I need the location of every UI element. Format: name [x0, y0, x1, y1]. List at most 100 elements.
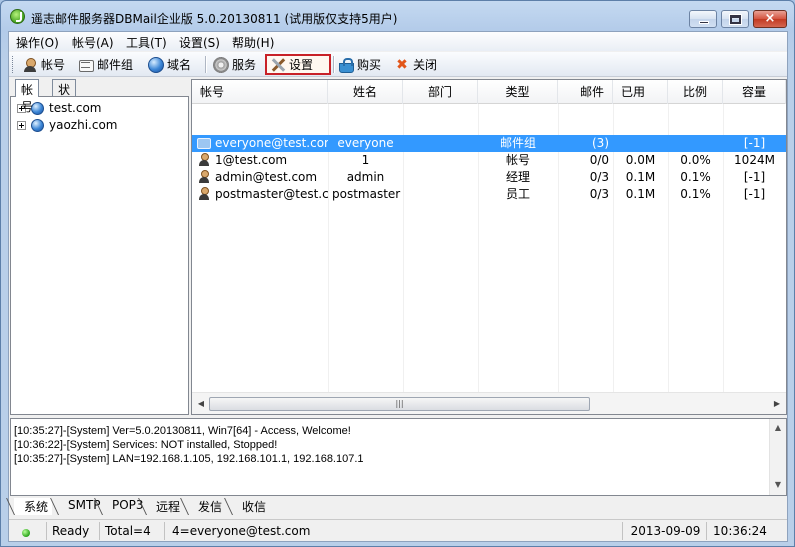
scroll-right-icon[interactable]: ▶ — [770, 397, 784, 411]
service-button[interactable]: 服务 — [210, 54, 259, 75]
mailgroup-icon — [78, 57, 94, 73]
cell-used — [613, 135, 668, 152]
tab-receive[interactable]: 收信 — [232, 498, 270, 515]
list-header: 帐号 姓名 部门 类型 邮件 已用 比例 容量 — [192, 80, 786, 104]
service-button-label: 服务 — [232, 58, 257, 72]
cell-ratio — [668, 135, 723, 152]
menu-help[interactable]: 帮助(H) — [232, 34, 274, 51]
toolbar-separator — [333, 56, 334, 73]
table-row[interactable]: 1@test.com 1 帐号 0/0 0.0M 0.0% 1024M — [192, 152, 786, 169]
cell-name: 1 — [361, 153, 370, 167]
domain-tree[interactable]: test.com yaozhi.com — [10, 96, 189, 415]
settings-button[interactable]: 设置 — [265, 54, 331, 75]
cell-name: admin — [346, 170, 385, 184]
user-icon — [197, 153, 211, 167]
column-type[interactable]: 类型 — [478, 80, 558, 104]
minimize-button[interactable] — [689, 10, 717, 28]
log-panel[interactable]: [10:35:27]-[System] Ver=5.0.20130811, Wi… — [10, 418, 787, 496]
scrollbar-thumb[interactable]: ||| — [209, 397, 590, 411]
status-ready: Ready — [47, 522, 100, 540]
toolbar: 帐号 邮件组 域名 服务 设置 购买 ✖ 关闭 — [9, 52, 787, 77]
column-department[interactable]: 部门 — [403, 80, 478, 104]
scroll-down-icon[interactable]: ▼ — [771, 478, 785, 492]
close-icon: × — [764, 11, 776, 26]
close-button[interactable]: ✖ 关闭 — [391, 54, 440, 75]
column-ratio[interactable]: 比例 — [668, 80, 723, 104]
buy-button-label: 购买 — [357, 58, 382, 72]
toolbar-separator — [205, 56, 206, 73]
cell-name: postmaster — [332, 187, 401, 201]
close-window-button[interactable]: × — [753, 10, 787, 28]
tab-accounts[interactable]: 帐号 — [15, 79, 40, 114]
cell-used: 0.0M — [625, 153, 656, 167]
status-selected: 4=everyone@test.com — [167, 522, 623, 540]
buy-button[interactable]: 购买 — [335, 54, 384, 75]
title-bar[interactable]: 遥志邮件服务器DBMail企业版 5.0.20130811 (试用版仅支持5用户… — [1, 1, 794, 31]
account-list[interactable]: 帐号 姓名 部门 类型 邮件 已用 比例 容量 everyone@test.co… — [191, 79, 787, 415]
table-row[interactable]: everyone@test.com everyone 邮件组 (3) [-1] — [192, 135, 786, 152]
cell-name: everyone — [337, 136, 394, 150]
tab-send[interactable]: 发信 — [188, 498, 226, 515]
column-account[interactable]: 帐号 — [192, 80, 328, 104]
expand-icon[interactable] — [17, 120, 26, 130]
cell-type: 帐号 — [505, 153, 530, 167]
status-time: 10:36:24 — [713, 524, 767, 538]
tab-status[interactable]: 状态 — [52, 79, 77, 114]
tab-system[interactable]: 系统 — [14, 498, 53, 515]
status-led-cell — [9, 522, 47, 540]
table-row[interactable]: admin@test.com admin 经理 0/3 0.1M 0.1% [-… — [192, 169, 786, 186]
cell-ratio: 0.1% — [680, 187, 711, 201]
scroll-left-icon[interactable]: ◀ — [194, 397, 208, 411]
vertical-scrollbar[interactable]: ▲ ▼ — [769, 419, 786, 495]
cell-ratio: 0.1% — [680, 170, 711, 184]
cell-type: 员工 — [505, 187, 530, 201]
cell-ratio: 0.0% — [680, 153, 711, 167]
column-mail[interactable]: 邮件 — [558, 80, 613, 104]
domain-button[interactable]: 域名 — [145, 54, 194, 75]
cell-account: everyone@test.com — [215, 136, 328, 150]
tab-remote[interactable]: 远程 — [146, 498, 184, 515]
user-icon — [197, 187, 211, 201]
scroll-up-icon[interactable]: ▲ — [771, 421, 785, 435]
cell-department — [403, 135, 478, 152]
menu-tools[interactable]: 工具(T) — [126, 34, 167, 51]
status-date: 2013-09-09 — [625, 522, 707, 540]
cell-department — [403, 152, 478, 169]
column-used[interactable]: 已用 — [613, 80, 668, 104]
log-line: [10:36:22]-[System] Services: NOT instal… — [14, 439, 278, 451]
gear-icon — [213, 56, 229, 73]
cell-mail: 0/3 — [589, 170, 609, 184]
status-total: Total=4 — [100, 522, 165, 540]
cell-account: admin@test.com — [215, 170, 318, 184]
maximize-icon — [730, 15, 741, 24]
cell-capacity: [-1] — [743, 136, 766, 150]
mailgroup-button-label: 邮件组 — [97, 58, 134, 72]
cell-department — [403, 186, 478, 203]
account-button[interactable]: 帐号 — [19, 54, 68, 75]
column-name[interactable]: 姓名 — [328, 80, 403, 104]
horizontal-scrollbar[interactable]: ◀ ||| ▶ — [192, 392, 786, 414]
cell-capacity: [-1] — [743, 170, 766, 184]
status-led-icon — [22, 529, 30, 537]
maximize-button[interactable] — [721, 10, 749, 28]
toolbar-grip[interactable] — [12, 56, 15, 73]
account-button-label: 帐号 — [41, 58, 66, 72]
tools-icon — [270, 57, 286, 73]
window-title: 遥志邮件服务器DBMail企业版 5.0.20130811 (试用版仅支持5用户… — [31, 12, 398, 26]
menu-operate[interactable]: 操作(O) — [16, 34, 59, 51]
user-icon — [197, 170, 211, 184]
table-row[interactable]: postmaster@test.com postmaster 员工 0/3 0.… — [192, 186, 786, 203]
cell-department — [403, 169, 478, 186]
tree-item-yaozhi-com[interactable]: yaozhi.com — [17, 117, 117, 133]
mailgroup-button[interactable]: 邮件组 — [75, 54, 136, 75]
tree-item-label: test.com — [49, 101, 102, 115]
cell-used: 0.1M — [625, 187, 656, 201]
close-x-icon: ✖ — [396, 56, 408, 73]
menu-account[interactable]: 帐号(A) — [72, 34, 114, 51]
menu-settings[interactable]: 设置(S) — [179, 34, 220, 51]
column-capacity[interactable]: 容量 — [723, 80, 786, 104]
tree-item-label: yaozhi.com — [49, 118, 118, 132]
domain-button-label: 域名 — [167, 58, 192, 72]
user-icon — [22, 57, 38, 73]
close-button-label: 关闭 — [413, 58, 438, 72]
